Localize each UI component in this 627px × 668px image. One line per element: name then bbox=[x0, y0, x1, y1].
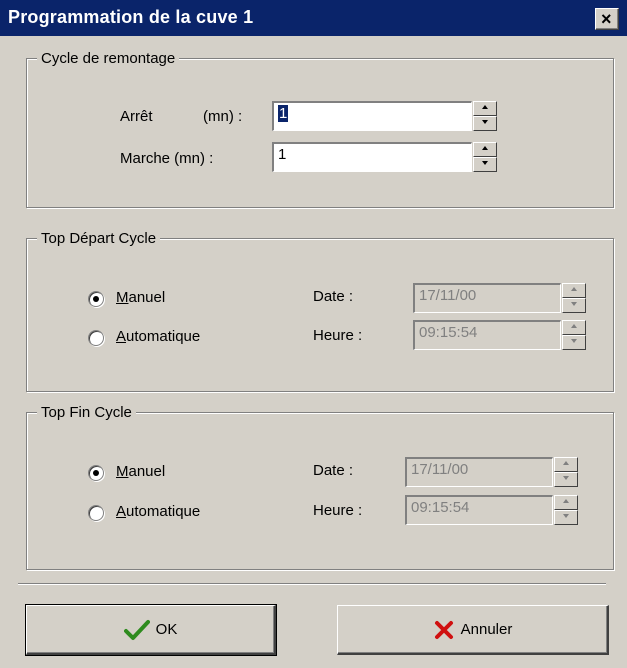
arret-spinner[interactable] bbox=[473, 101, 497, 131]
depart-heure-value: 09:15:54 bbox=[419, 324, 478, 341]
arret-input[interactable]: 1 bbox=[272, 101, 472, 131]
arret-unit-label: (mn) : bbox=[203, 108, 243, 125]
depart-date-input[interactable]: 17/11/00 bbox=[413, 283, 561, 313]
arrow-down-icon bbox=[563, 514, 569, 518]
depart-heure-spin-down-button[interactable] bbox=[562, 335, 586, 350]
arrow-down-icon bbox=[482, 120, 488, 124]
arrow-up-icon bbox=[571, 324, 577, 328]
depart-manuel-radio[interactable] bbox=[88, 291, 104, 307]
fin-heure-spin-up-button[interactable] bbox=[554, 495, 578, 510]
depart-automatique-radio[interactable] bbox=[88, 330, 104, 346]
depart-automatique-label[interactable]: Automatique bbox=[116, 328, 200, 345]
depart-date-value: 17/11/00 bbox=[419, 287, 477, 304]
dialog-window: Programmation de la cuve 1 × Cycle de re… bbox=[0, 0, 627, 668]
cancel-button[interactable]: Annuler bbox=[337, 605, 609, 655]
fin-heure-label: Heure : bbox=[313, 502, 363, 519]
depart-heure-label: Heure : bbox=[313, 327, 363, 344]
depart-manuel-label[interactable]: Manuel bbox=[116, 289, 165, 306]
arret-value: 1 bbox=[278, 105, 289, 122]
top-fin-legend: Top Fin Cycle bbox=[37, 404, 136, 421]
depart-heure-spin-up-button[interactable] bbox=[562, 320, 586, 335]
marche-label: Marche (mn) : bbox=[120, 150, 214, 167]
fin-automatique-label[interactable]: Automatique bbox=[116, 503, 200, 520]
fin-heure-input[interactable]: 09:15:54 bbox=[405, 495, 553, 525]
close-button[interactable]: × bbox=[595, 8, 619, 30]
fin-date-spin-down-button[interactable] bbox=[554, 472, 578, 487]
fin-heure-value: 09:15:54 bbox=[411, 499, 470, 516]
arrow-down-icon bbox=[571, 339, 577, 343]
title-bar: Programmation de la cuve 1 × bbox=[0, 0, 627, 36]
ok-label: OK bbox=[155, 620, 178, 638]
arret-spin-down-button[interactable] bbox=[473, 116, 497, 131]
fin-manuel-radio[interactable] bbox=[88, 465, 104, 481]
x-icon bbox=[434, 621, 453, 639]
fin-date-input[interactable]: 17/11/00 bbox=[405, 457, 553, 487]
depart-heure-input[interactable]: 09:15:54 bbox=[413, 320, 561, 350]
marche-spinner[interactable] bbox=[473, 142, 497, 172]
checkmark-icon bbox=[123, 620, 150, 640]
ok-button[interactable]: OK bbox=[25, 604, 277, 656]
radio-selected-dot bbox=[93, 470, 99, 476]
window-title: Programmation de la cuve 1 bbox=[8, 7, 254, 27]
depart-date-spinner[interactable] bbox=[562, 283, 586, 313]
marche-value: 1 bbox=[278, 146, 287, 163]
arret-label: Arrêt bbox=[120, 108, 153, 125]
fin-heure-spinner[interactable] bbox=[554, 495, 578, 525]
depart-date-spin-down-button[interactable] bbox=[562, 298, 586, 313]
marche-spin-up-button[interactable] bbox=[473, 142, 497, 157]
marche-input[interactable]: 1 bbox=[272, 142, 472, 172]
cancel-label: Annuler bbox=[460, 620, 513, 638]
arret-spin-up-button[interactable] bbox=[473, 101, 497, 116]
depart-date-spin-up-button[interactable] bbox=[562, 283, 586, 298]
fin-date-label: Date : bbox=[313, 462, 354, 479]
arrow-up-icon bbox=[482, 146, 488, 150]
arrow-down-icon bbox=[563, 476, 569, 480]
top-fin-group: Top Fin Cycle bbox=[26, 404, 614, 570]
marche-spin-down-button[interactable] bbox=[473, 157, 497, 172]
fin-automatique-radio[interactable] bbox=[88, 505, 104, 521]
depart-heure-spinner[interactable] bbox=[562, 320, 586, 350]
fin-date-spin-up-button[interactable] bbox=[554, 457, 578, 472]
arrow-up-icon bbox=[571, 287, 577, 291]
fin-manuel-label[interactable]: Manuel bbox=[116, 463, 165, 480]
separator bbox=[18, 583, 606, 585]
close-icon: × bbox=[601, 9, 612, 29]
arrow-up-icon bbox=[563, 499, 569, 503]
fin-date-value: 17/11/00 bbox=[411, 461, 469, 478]
arrow-down-icon bbox=[571, 302, 577, 306]
depart-date-label: Date : bbox=[313, 288, 354, 305]
fin-heure-spin-down-button[interactable] bbox=[554, 510, 578, 525]
arrow-up-icon bbox=[482, 105, 488, 109]
cycle-remontage-legend: Cycle de remontage bbox=[37, 50, 180, 67]
top-depart-legend: Top Départ Cycle bbox=[37, 230, 161, 247]
arrow-down-icon bbox=[482, 161, 488, 165]
radio-selected-dot bbox=[93, 296, 99, 302]
arrow-up-icon bbox=[563, 461, 569, 465]
fin-date-spinner[interactable] bbox=[554, 457, 578, 487]
